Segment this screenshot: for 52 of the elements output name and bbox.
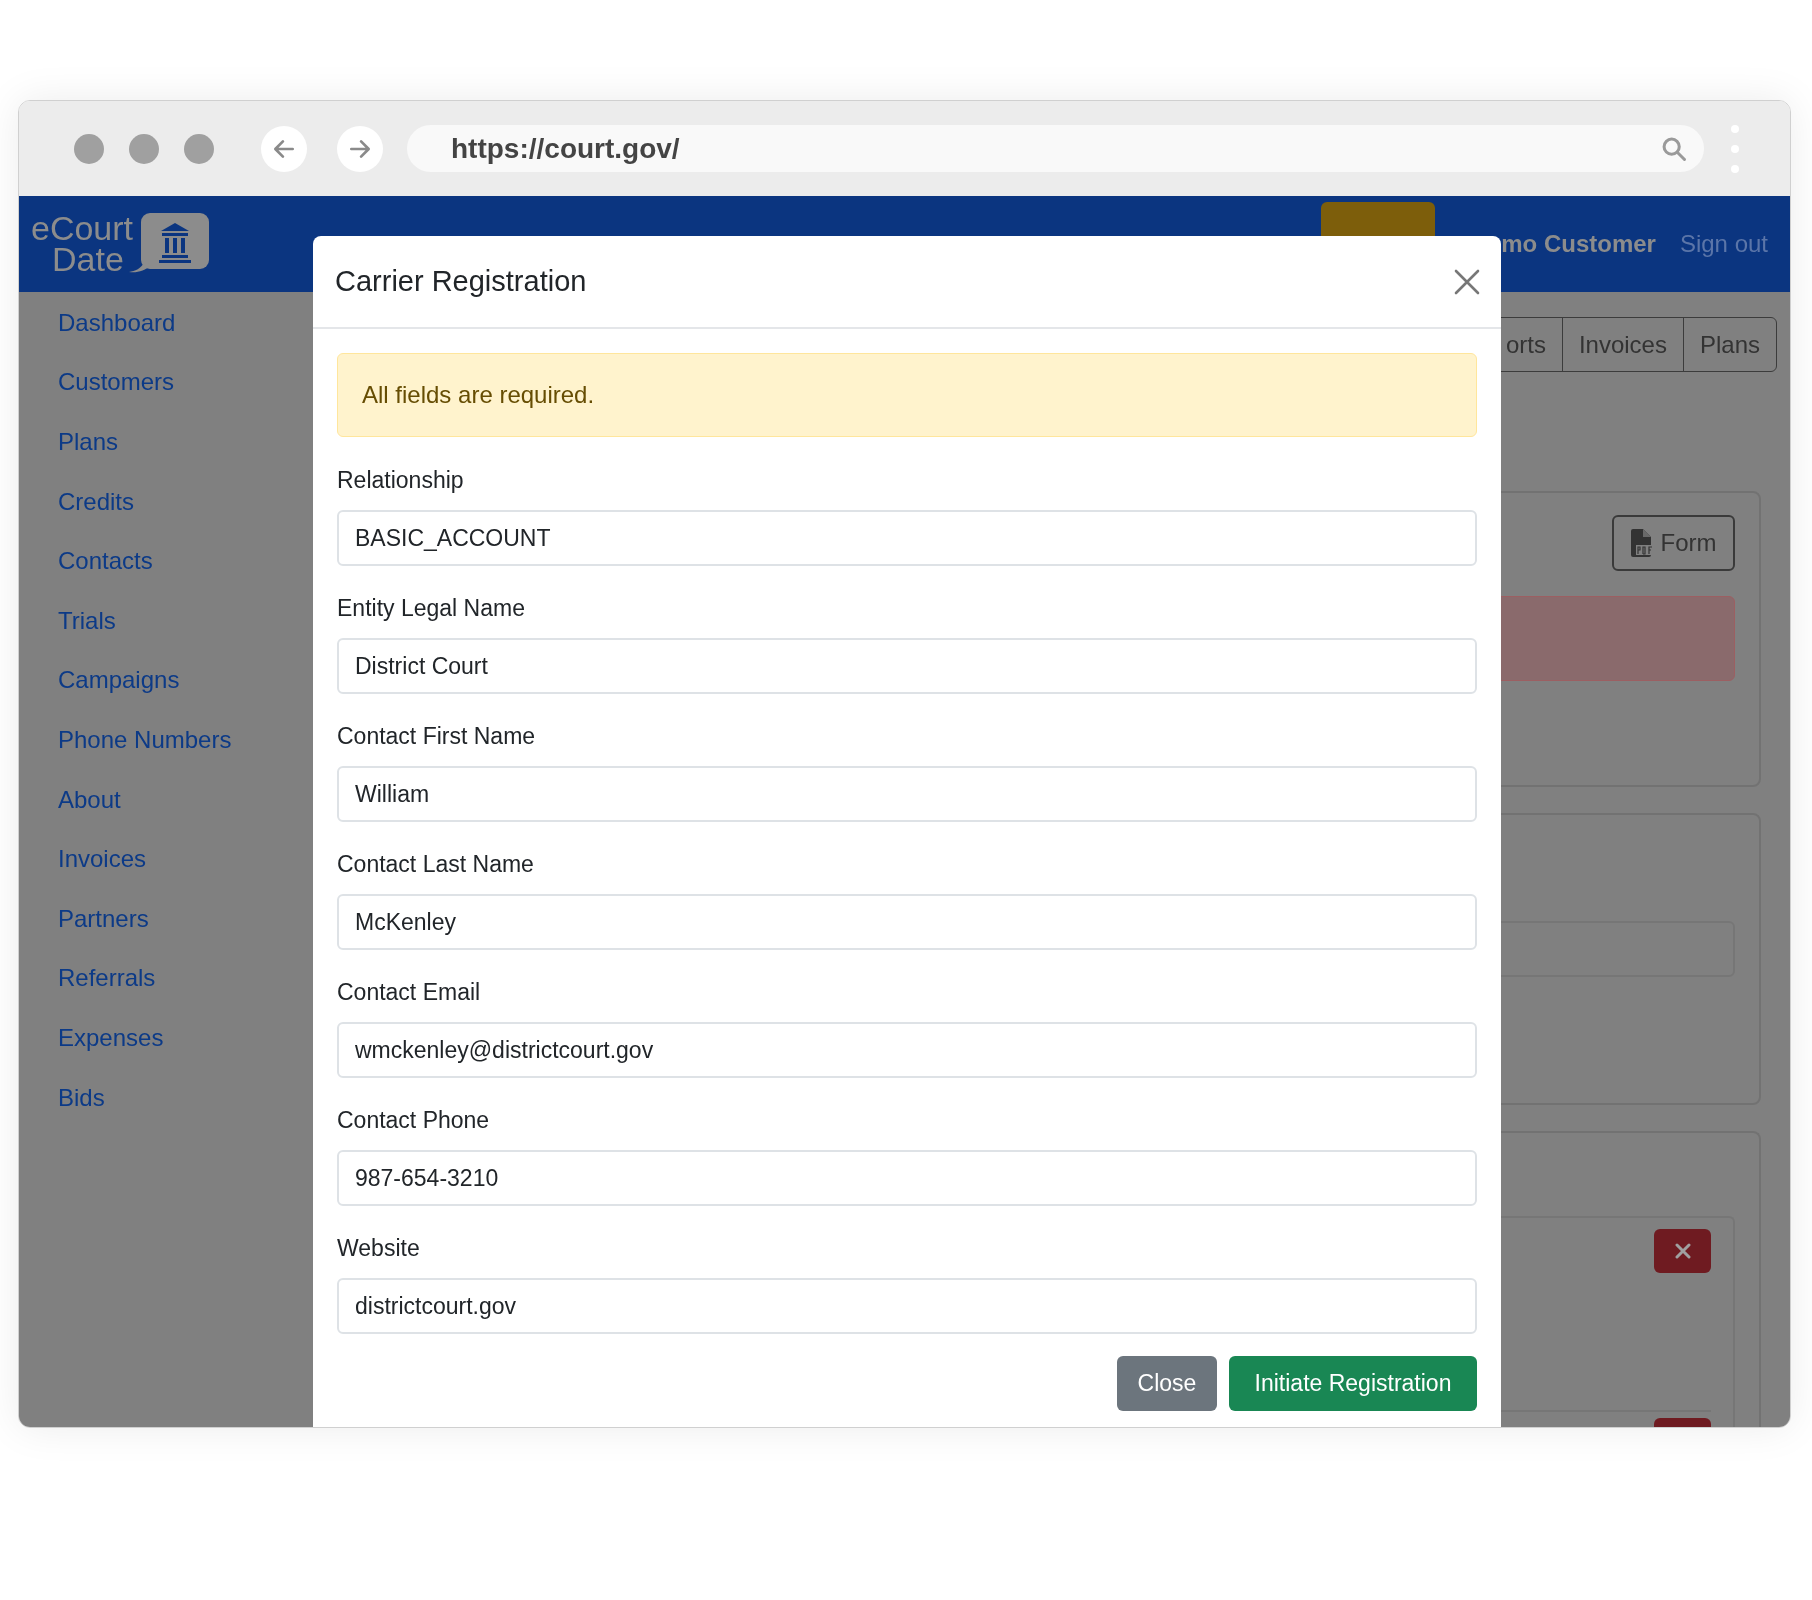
sidebar-link[interactable]: Bids <box>58 1067 105 1128</box>
pdf-file-icon <box>1630 529 1653 557</box>
sidebar-link[interactable]: Campaigns <box>58 650 180 711</box>
pdf-form-button[interactable]: Form <box>1612 515 1735 571</box>
sidebar-link[interactable]: Trials <box>58 590 116 651</box>
field-label: Contact First Name <box>337 722 536 750</box>
text-input[interactable]: William <box>337 766 1477 822</box>
window-control-icon[interactable] <box>184 133 214 164</box>
logo-text: Date <box>51 244 125 275</box>
field-label: Contact Phone <box>337 1106 490 1134</box>
address-bar[interactable]: https://court.gov/ <box>407 125 1704 172</box>
sidebar-link[interactable]: Partners <box>58 888 149 949</box>
nav-tab[interactable]: Plans <box>1682 318 1776 371</box>
close-icon <box>1674 1243 1691 1259</box>
field-label: Contact Last Name <box>337 850 534 878</box>
logo-text: eCourt <box>31 213 134 244</box>
sidebar-link[interactable]: Phone Numbers <box>58 710 232 770</box>
field-label: Relationship <box>337 466 464 494</box>
sidebar-link[interactable]: Expenses <box>58 1008 164 1068</box>
sidebar-link[interactable]: Referrals <box>58 948 156 1009</box>
required-fields-alert: All fields are required. <box>337 353 1477 437</box>
field-label: Contact Email <box>337 978 481 1006</box>
field-label: Entity Legal Name <box>337 594 525 622</box>
text-input[interactable]: McKenley <box>337 894 1477 950</box>
nav-tab[interactable]: Invoices <box>1561 318 1683 371</box>
sidebar-link[interactable]: Credits <box>58 471 135 532</box>
sidebar-link[interactable]: Customers <box>58 352 175 413</box>
sign-out-link[interactable]: Sign out <box>1679 226 1768 262</box>
sidebar-link[interactable]: Invoices <box>58 829 147 889</box>
window-control-icon[interactable] <box>129 133 159 164</box>
user-name[interactable]: mo Customer <box>1501 226 1656 262</box>
field-label: Website <box>337 1234 420 1262</box>
back-button[interactable] <box>261 125 307 172</box>
sidebar-link[interactable]: Dashboard <box>58 293 176 353</box>
sidebar-link[interactable]: About <box>58 769 121 830</box>
close-button[interactable]: Close <box>1117 1356 1217 1411</box>
text-input[interactable]: District Court <box>337 638 1477 694</box>
logo[interactable]: eCourt Date <box>31 213 210 275</box>
forward-button[interactable] <box>337 125 383 172</box>
initiate-registration-button[interactable]: Initiate Registration <box>1229 1356 1477 1411</box>
sidebar-link[interactable]: Plans <box>58 412 119 472</box>
text-input[interactable]: BASIC_ACCOUNT <box>337 510 1477 566</box>
delete-button[interactable] <box>1654 1229 1711 1273</box>
nav-tab[interactable]: orts <box>1489 318 1562 371</box>
modal-title: Carrier Registration <box>335 263 587 299</box>
url-text: https://court.gov/ <box>451 131 680 166</box>
close-icon <box>1454 268 1480 295</box>
window-control-icon[interactable] <box>74 133 104 164</box>
text-input[interactable]: wmckenley@districtcourt.gov <box>337 1022 1477 1078</box>
text-input[interactable]: districtcourt.gov <box>337 1278 1477 1334</box>
sidebar-link[interactable]: Contacts <box>58 531 153 591</box>
text-input[interactable]: 987-654-3210 <box>337 1150 1477 1206</box>
